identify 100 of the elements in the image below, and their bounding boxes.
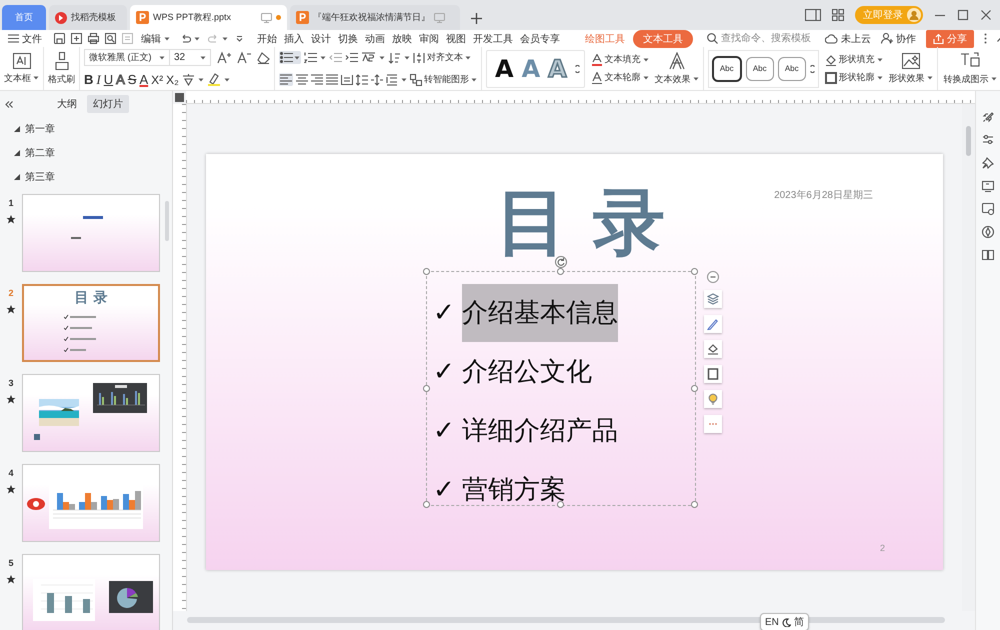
resize-handle[interactable] bbox=[691, 384, 698, 392]
justify-icon[interactable] bbox=[326, 74, 338, 85]
cloud-status-button[interactable]: 未上云 bbox=[825, 32, 871, 46]
align-right-icon[interactable] bbox=[311, 74, 323, 85]
file-menu[interactable]: 文件 bbox=[8, 32, 42, 46]
ribbon-tab[interactable]: 开始 bbox=[257, 30, 277, 46]
numbered-list-icon[interactable] bbox=[304, 52, 317, 63]
shape-style[interactable]: Abc bbox=[778, 56, 806, 80]
increase-indent-icon[interactable] bbox=[345, 52, 358, 63]
ribbon-tab[interactable]: 审阅 bbox=[419, 30, 439, 46]
align-center-icon[interactable] bbox=[296, 74, 308, 85]
align-text-button[interactable]: 对齐文本 bbox=[413, 51, 471, 64]
outline-section[interactable]: 第一章 bbox=[0, 117, 172, 141]
wordart-style[interactable]: A bbox=[495, 54, 514, 82]
layout-icon[interactable] bbox=[805, 9, 821, 21]
sliders-icon[interactable] bbox=[982, 134, 994, 146]
document-tab[interactable]: WPS PPT教程.pptx bbox=[130, 5, 287, 30]
highlight-icon[interactable] bbox=[206, 73, 221, 86]
slide-thumbnail[interactable] bbox=[22, 194, 160, 272]
sort-icon[interactable] bbox=[388, 52, 401, 64]
format-button[interactable]: U bbox=[104, 72, 114, 88]
panel-tab[interactable]: 幻灯片 bbox=[87, 95, 129, 113]
shape-fill-button[interactable]: 形状填充 bbox=[824, 53, 883, 66]
text-effect-button[interactable]: 文本效果 bbox=[654, 52, 699, 86]
format-button[interactable]: A bbox=[139, 72, 148, 88]
format-button[interactable]: I bbox=[96, 72, 101, 88]
more-options-icon[interactable] bbox=[984, 33, 987, 44]
slide-thumbnail[interactable] bbox=[22, 374, 160, 452]
toolbar-button[interactable] bbox=[704, 365, 722, 383]
text-fill-button[interactable]: 文本填充 bbox=[590, 53, 649, 66]
rotate-handle-icon[interactable] bbox=[555, 256, 567, 268]
text-box-button[interactable]: 文本框 bbox=[4, 52, 39, 84]
document-tab[interactable]: 找稻壳模板 bbox=[49, 5, 127, 30]
shape-outline-button[interactable]: 形状轮廓 bbox=[824, 71, 883, 84]
text-outline-button[interactable]: 文本轮廓 bbox=[590, 71, 649, 84]
close-icon[interactable] bbox=[980, 9, 992, 21]
format-button[interactable]: S bbox=[128, 72, 136, 88]
shape-effect-button[interactable]: 形状效果 bbox=[888, 52, 933, 84]
toolbar-button[interactable] bbox=[704, 390, 722, 408]
toolbar-button[interactable] bbox=[704, 290, 722, 308]
text-direction-icon[interactable] bbox=[361, 52, 376, 63]
book-icon[interactable] bbox=[982, 249, 994, 261]
collapse-panel-icon[interactable] bbox=[5, 100, 13, 108]
resize-handle[interactable] bbox=[423, 384, 430, 392]
phonetic-guide-icon[interactable] bbox=[182, 73, 195, 86]
collapse-toolbar-icon[interactable] bbox=[707, 271, 719, 283]
smart-graphic-button[interactable]: 转智能图形 bbox=[410, 73, 477, 86]
slides-icon[interactable] bbox=[982, 180, 994, 192]
paragraph-spacing-icon[interactable] bbox=[371, 74, 383, 86]
toolbar-button[interactable] bbox=[704, 340, 722, 358]
save-icon[interactable] bbox=[54, 33, 65, 44]
shape-style[interactable]: Abc bbox=[746, 56, 774, 80]
spacing-icon[interactable] bbox=[386, 74, 398, 86]
ribbon-tab[interactable]: 切换 bbox=[338, 30, 358, 46]
collaborate-button[interactable]: 协作 bbox=[881, 32, 916, 46]
bullet-list-icon[interactable] bbox=[280, 52, 293, 63]
export-icon[interactable] bbox=[71, 33, 82, 44]
shrink-font-icon[interactable] bbox=[237, 51, 251, 64]
customize-icon[interactable] bbox=[236, 35, 243, 42]
search-field[interactable]: 查找命令、搜索模板 bbox=[707, 33, 825, 44]
edit-menu[interactable]: 编辑 bbox=[141, 32, 170, 46]
format-painter-button[interactable]: 格式刷 bbox=[48, 52, 75, 86]
slide-thumbnail[interactable] bbox=[22, 464, 160, 542]
new-tab-icon[interactable] bbox=[471, 13, 482, 24]
ribbon-tab[interactable]: 插入 bbox=[284, 30, 304, 46]
compass-icon[interactable] bbox=[982, 226, 994, 238]
resize-handle[interactable] bbox=[423, 501, 430, 508]
picture-tool-icon[interactable] bbox=[982, 203, 994, 215]
grow-font-icon[interactable] bbox=[217, 51, 231, 64]
format-button[interactable]: X² bbox=[151, 72, 164, 88]
print-icon[interactable] bbox=[88, 33, 99, 44]
shape-style[interactable]: Abc bbox=[712, 56, 742, 82]
align-left-icon[interactable] bbox=[280, 74, 292, 85]
gallery-more-icon[interactable] bbox=[574, 64, 580, 72]
gallery-more-icon[interactable] bbox=[810, 64, 815, 72]
document-tab[interactable]: 『端午狂欢祝福浓情满节日』 bbox=[290, 5, 460, 30]
ribbon-tab[interactable]: 开发工具 bbox=[473, 30, 513, 46]
resize-handle[interactable] bbox=[691, 268, 698, 275]
format-button[interactable]: A bbox=[116, 72, 125, 88]
slide-thumbnail[interactable]: 目 录 bbox=[22, 284, 160, 362]
maximize-icon[interactable] bbox=[957, 9, 969, 21]
distribute-icon[interactable] bbox=[341, 74, 353, 85]
resize-handle[interactable] bbox=[691, 501, 698, 508]
font-size-select[interactable]: 32 bbox=[169, 49, 211, 66]
resize-handle[interactable] bbox=[557, 501, 564, 508]
font-select[interactable]: 微软雅黑 (正文) bbox=[84, 49, 170, 66]
outline-section[interactable]: 第三章 bbox=[0, 165, 172, 189]
apps-grid-icon[interactable] bbox=[832, 9, 844, 21]
line-spacing-icon[interactable] bbox=[356, 74, 368, 86]
convert-diagram-button[interactable]: 转换成图示 bbox=[944, 52, 997, 86]
ribbon-tab[interactable]: 动画 bbox=[365, 30, 385, 46]
ribbon-tab[interactable]: 视图 bbox=[446, 30, 466, 46]
resize-handle[interactable] bbox=[423, 268, 430, 275]
format-button[interactable]: X₂ bbox=[166, 72, 179, 88]
slide-thumbnail[interactable] bbox=[22, 554, 160, 630]
ribbon-tab[interactable]: 会员专享 bbox=[520, 30, 560, 46]
panel-tab[interactable]: 大纲 bbox=[51, 95, 83, 113]
toolbar-button[interactable] bbox=[704, 315, 722, 333]
ribbon-tab[interactable]: 放映 bbox=[392, 30, 412, 46]
undo-icon[interactable] bbox=[180, 34, 191, 44]
